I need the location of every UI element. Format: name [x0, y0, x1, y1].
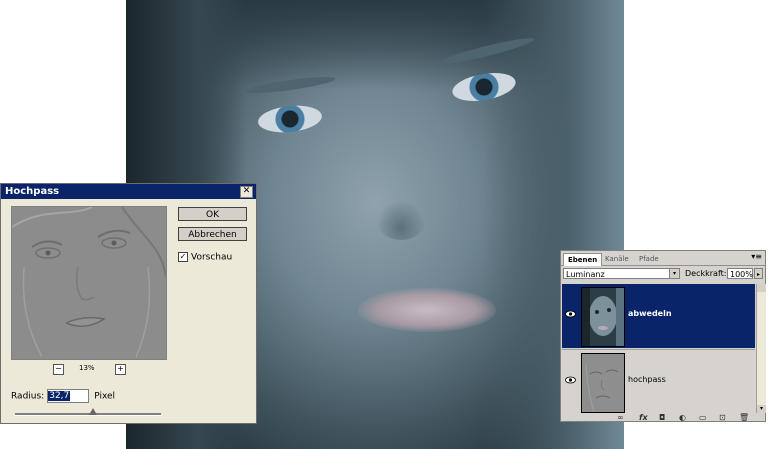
- adjustment-icon[interactable]: ◐: [679, 413, 686, 422]
- radius-slider-thumb[interactable]: [89, 408, 97, 415]
- layer-name: abwedeln: [628, 309, 672, 318]
- panel-tabs: Ebenen Kanäle Pfade ▾≡: [561, 251, 765, 266]
- scroll-up-icon[interactable]: [757, 284, 766, 292]
- radius-label: Radius:: [11, 391, 45, 402]
- zoom-controls: − 13% +: [53, 364, 128, 376]
- nose-shading: [376, 200, 426, 240]
- preview-checkbox[interactable]: ✓: [178, 252, 188, 262]
- group-icon[interactable]: ▭: [699, 413, 707, 422]
- dialog-title-bar[interactable]: Hochpass ✕: [1, 184, 256, 199]
- trash-icon[interactable]: 🗑: [739, 413, 749, 422]
- ok-button[interactable]: OK: [178, 207, 247, 221]
- hochpass-dialog: Hochpass ✕ − 13% + OK Abbrechen ✓ Vorscha…: [0, 183, 257, 424]
- filter-preview[interactable]: [11, 206, 167, 360]
- close-icon[interactable]: ✕: [240, 186, 253, 198]
- lips: [358, 288, 496, 332]
- layer-row-abwedeln[interactable]: abwedeln: [562, 284, 755, 348]
- tab-pfade[interactable]: Pfade: [635, 253, 663, 265]
- new-layer-icon[interactable]: ⊡: [719, 413, 726, 422]
- opacity-input[interactable]: 100%: [727, 268, 753, 279]
- radius-slider-track[interactable]: [15, 413, 161, 416]
- zoom-out-button[interactable]: −: [53, 364, 64, 375]
- dialog-title: Hochpass: [5, 186, 60, 197]
- link-icon[interactable]: ∞: [617, 413, 624, 422]
- blend-mode-value: Luminanz: [566, 270, 605, 279]
- opacity-slider-arrow-icon[interactable]: ▸: [754, 268, 763, 279]
- layers-scrollbar[interactable]: ▾: [756, 284, 766, 413]
- tab-ebenen[interactable]: Ebenen: [563, 253, 603, 266]
- layers-bottom-toolbar: ∞ fx ◘ ◐ ▭ ⊡ 🗑: [561, 413, 765, 422]
- zoom-in-button[interactable]: +: [115, 364, 126, 375]
- cancel-button[interactable]: Abbrechen: [178, 227, 247, 241]
- preview-checkbox-row[interactable]: ✓ Vorschau: [178, 252, 232, 263]
- layer-thumbnail: [581, 287, 625, 347]
- layer-controls: Luminanz ▾ Deckkraft: 100% ▸: [563, 268, 765, 280]
- chevron-down-icon[interactable]: ▾: [669, 269, 679, 278]
- highpass-preview-image: [12, 207, 166, 359]
- radius-value: 32,7: [48, 391, 71, 401]
- fx-icon[interactable]: fx: [639, 413, 648, 422]
- eye-left: [256, 102, 324, 136]
- opacity-label: Deckkraft:: [685, 269, 727, 278]
- layer-row-hochpass[interactable]: hochpass: [562, 349, 755, 414]
- panel-menu-icon[interactable]: ▾≡: [751, 252, 762, 261]
- tab-kanaele[interactable]: Kanäle: [601, 253, 633, 265]
- radius-unit: Pixel: [94, 391, 116, 402]
- layer-name: hochpass: [628, 375, 666, 384]
- mask-icon[interactable]: ◘: [659, 413, 665, 422]
- preview-checkbox-label: Vorschau: [191, 252, 233, 263]
- scroll-down-icon[interactable]: ▾: [757, 405, 766, 413]
- blend-mode-select[interactable]: Luminanz ▾: [563, 268, 680, 279]
- radius-row: Radius: 32,7 Pixel: [11, 389, 115, 403]
- layers-panel: Ebenen Kanäle Pfade ▾≡ Luminanz ▾ Deckkr…: [560, 250, 766, 422]
- eye-icon[interactable]: [565, 310, 576, 318]
- radius-input[interactable]: 32,7: [47, 389, 90, 403]
- zoom-level: 13%: [79, 364, 95, 372]
- layer-thumbnail: [581, 353, 625, 413]
- eye-icon[interactable]: [565, 376, 576, 384]
